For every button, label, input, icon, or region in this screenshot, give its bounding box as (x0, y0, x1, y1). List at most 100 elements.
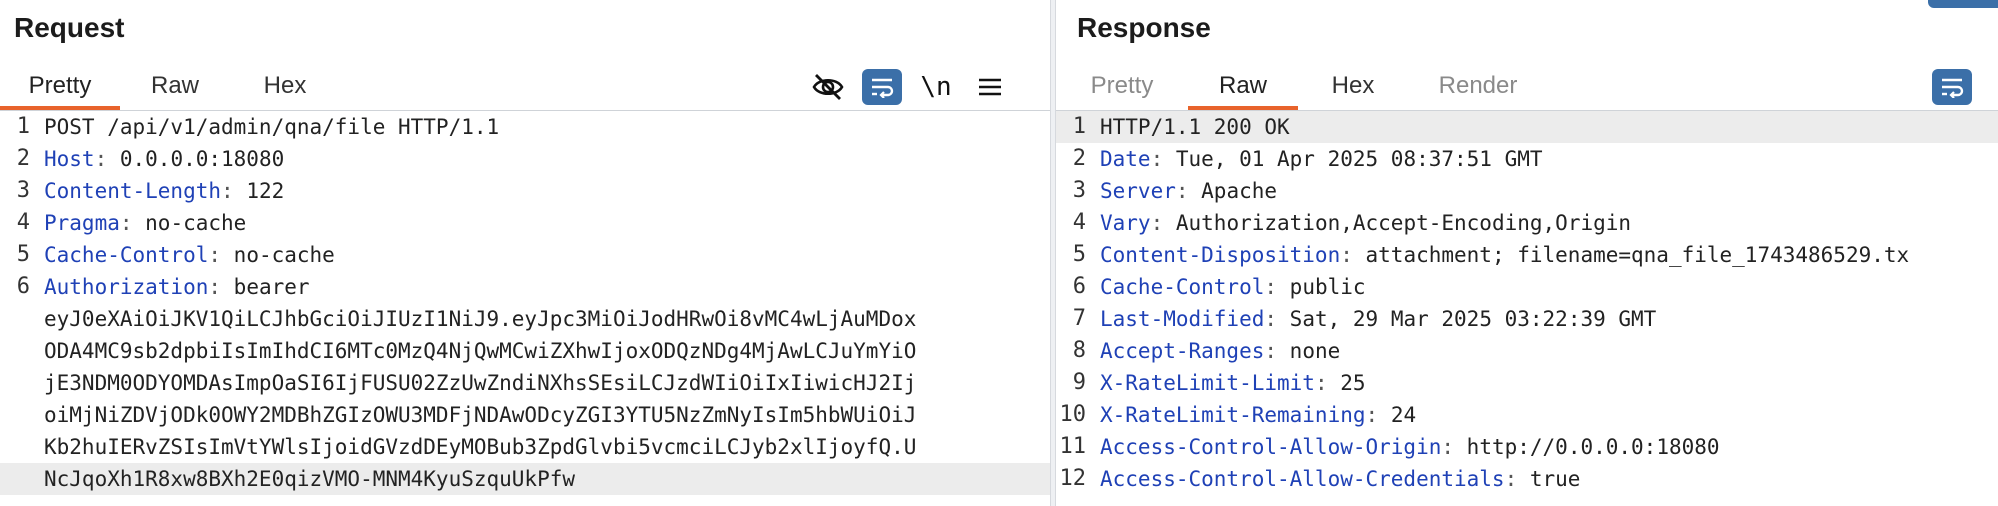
header-name: Pragma (44, 211, 120, 235)
line-number: 12 (1059, 466, 1087, 491)
code-line[interactable]: 3 Content-Length: 122 (0, 175, 1050, 207)
line-number: 4 (1072, 210, 1086, 235)
line-content: Date: Tue, 01 Apr 2025 08:37:51 GMT (1100, 143, 1543, 175)
response-editor[interactable]: 1 HTTP/1.1 200 OK 2 Date: Tue, 01 Apr 2025 … (1056, 111, 1998, 506)
code-line[interactable]: NcJqoXh1R8xw8BXh2E0qizVMO-MNM4KyuSzquUkP… (0, 463, 1050, 495)
code-line[interactable]: 4 Vary: Authorization,Accept-Encoding,Ori… (1056, 207, 1998, 239)
code-line[interactable]: 6 Cache-Control: public (1056, 271, 1998, 303)
code-line[interactable]: oiMjNiZDVjODk0OWY2MDBhZGIzOWU3MDFjNDAwOD… (0, 399, 1050, 431)
header-separator: : (1365, 403, 1379, 427)
header-value: http://0.0.0.0:18080 (1454, 435, 1720, 459)
line-content: POST /api/v1/admin/qna/file HTTP/1.1 (44, 115, 500, 139)
eye-slash-icon[interactable] (806, 67, 850, 107)
line-number: 9 (1072, 370, 1086, 395)
line-number: 5 (1072, 242, 1086, 267)
header-separator: : (1264, 339, 1278, 363)
code-line[interactable]: 7 Last-Modified: Sat, 29 Mar 2025 03:22:3… (1056, 303, 1998, 335)
header-value: bearer (221, 275, 310, 299)
code-line[interactable]: 9 X-RateLimit-Limit: 25 (1056, 367, 1998, 399)
code-line[interactable]: 12 Access-Control-Allow-Credentials: true (1056, 463, 1998, 495)
code-line[interactable]: 2 Host: 0.0.0.0:18080 (0, 143, 1050, 175)
hamburger-menu-icon[interactable] (968, 67, 1012, 107)
line-content: Accept-Ranges: none (1100, 335, 1340, 367)
line-content: Server: Apache (1100, 175, 1277, 207)
line-content: Authorization: bearer (44, 271, 310, 303)
header-value: 0.0.0.0:18080 (107, 147, 285, 171)
response-tabs: Pretty Raw Hex Render (1056, 64, 1548, 110)
header-name: Vary (1100, 211, 1151, 235)
request-editor[interactable]: 1 POST /api/v1/admin/qna/file HTTP/1.1 2 Ho… (0, 111, 1050, 506)
line-number: 2 (1072, 146, 1086, 171)
header-separator: : (1441, 435, 1455, 459)
header-value: attachment; filename=qna_file_1743486529… (1352, 243, 1910, 267)
response-pane: Response Pretty Raw Hex Render 1 HTTP/1.1… (1056, 0, 1998, 506)
header-value: 24 (1378, 403, 1417, 427)
header-name: Last-Modified (1100, 307, 1265, 331)
code-line[interactable]: ODA4MC9sb2dpbiIsImIhdCI6MTc0MzQ4NjQwMCwi… (0, 335, 1050, 367)
header-separator: : (1150, 147, 1164, 171)
request-toolbar: \n (796, 64, 1012, 110)
line-number: 7 (1072, 306, 1086, 331)
tab-pretty[interactable]: Pretty (0, 64, 120, 110)
tab-hex[interactable]: Hex (1298, 64, 1408, 110)
code-line[interactable]: 1 POST /api/v1/admin/qna/file HTTP/1.1 (0, 111, 1050, 143)
header-name: Accept-Ranges (1100, 339, 1265, 363)
header-name: Server (1100, 179, 1176, 203)
tab-pretty[interactable]: Pretty (1056, 64, 1188, 110)
request-tabs: Pretty Raw Hex (0, 64, 340, 110)
line-content: Content-Length: 122 (44, 175, 284, 207)
header-value: 25 (1327, 371, 1366, 395)
tab-raw[interactable]: Raw (1188, 64, 1298, 110)
header-separator: : (208, 243, 222, 267)
code-line[interactable]: 3 Server: Apache (1056, 175, 1998, 207)
layout-toggle-button[interactable] (1928, 0, 1998, 8)
line-number: 10 (1059, 402, 1087, 427)
wrap-lines-button[interactable] (1930, 67, 1974, 107)
code-line[interactable]: 5 Cache-Control: no-cache (0, 239, 1050, 271)
code-line[interactable]: Kb2huIERvZSIsImVtYWlsIjoidGVzdDEyMOBub3Z… (0, 431, 1050, 463)
line-content: Host: 0.0.0.0:18080 (44, 143, 284, 175)
header-name: Authorization (44, 275, 209, 299)
tab-raw[interactable]: Raw (120, 64, 230, 110)
code-line[interactable]: 8 Accept-Ranges: none (1056, 335, 1998, 367)
header-name: Access-Control-Allow-Credentials (1100, 467, 1505, 491)
header-value: true (1517, 467, 1581, 491)
line-content: HTTP/1.1 200 OK (1100, 115, 1290, 139)
code-line[interactable]: 11 Access-Control-Allow-Origin: http://0.… (1056, 431, 1998, 463)
header-separator: : (208, 275, 222, 299)
header-name: X-RateLimit-Remaining (1100, 403, 1366, 427)
code-line[interactable]: 5 Content-Disposition: attachment; filena… (1056, 239, 1998, 271)
code-line[interactable]: 6 Authorization: bearer (0, 271, 1050, 303)
line-content: Vary: Authorization,Accept-Encoding,Orig… (1100, 207, 1631, 239)
line-content: jE3NDM0ODYOMDAsImpOaSI6IjFUSU02ZzUwZndiN… (44, 371, 917, 395)
line-number: 2 (16, 146, 30, 171)
header-separator: : (119, 211, 133, 235)
line-content: Cache-Control: public (1100, 271, 1366, 303)
header-separator: : (1264, 275, 1278, 299)
code-line[interactable]: 10 X-RateLimit-Remaining: 24 (1056, 399, 1998, 431)
header-separator: : (1314, 371, 1328, 395)
tab-render[interactable]: Render (1408, 64, 1548, 110)
newline-toggle-button[interactable]: \n (914, 67, 958, 107)
line-content: Pragma: no-cache (44, 207, 246, 239)
header-value: none (1277, 339, 1341, 363)
line-content: Content-Disposition: attachment; filenam… (1100, 239, 1909, 271)
code-line[interactable]: eyJ0eXAiOiJKV1QiLCJhbGciOiJIUzI1NiJ9.eyJ… (0, 303, 1050, 335)
line-content: eyJ0eXAiOiJKV1QiLCJhbGciOiJIUzI1NiJ9.eyJ… (44, 307, 917, 331)
header-separator: : (221, 179, 234, 203)
request-title: Request (14, 12, 125, 43)
wrap-lines-button[interactable] (860, 67, 904, 107)
line-number: 11 (1059, 434, 1087, 459)
code-line[interactable]: jE3NDM0ODYOMDAsImpOaSI6IjFUSU02ZzUwZndiN… (0, 367, 1050, 399)
newline-label: \n (920, 72, 952, 102)
code-line[interactable]: 1 HTTP/1.1 200 OK (1056, 111, 1998, 143)
code-line[interactable]: 2 Date: Tue, 01 Apr 2025 08:37:51 GMT (1056, 143, 1998, 175)
header-value: no-cache (221, 243, 335, 267)
response-title: Response (1077, 12, 1211, 43)
code-line[interactable]: 4 Pragma: no-cache (0, 207, 1050, 239)
tab-hex[interactable]: Hex (230, 64, 340, 110)
line-number: 1 (1072, 114, 1086, 139)
line-number: 6 (1072, 274, 1086, 299)
header-separator: : (1150, 211, 1164, 235)
header-separator: : (94, 147, 108, 171)
